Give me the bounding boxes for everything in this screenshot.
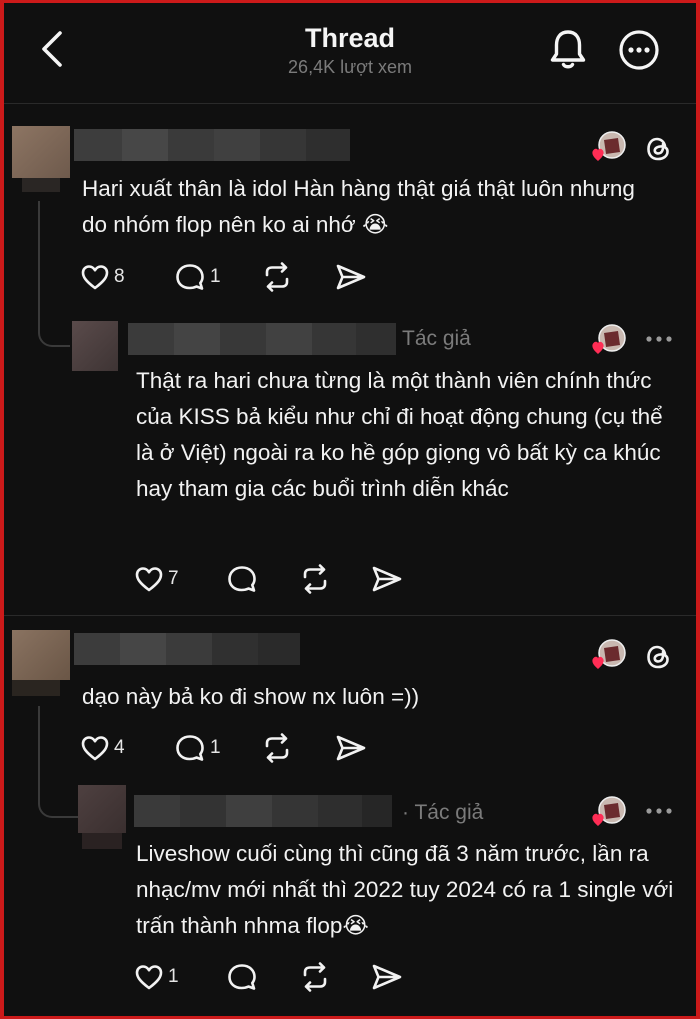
threads-logo-icon[interactable]	[644, 134, 674, 164]
header-divider	[4, 103, 696, 104]
like-count: 1	[168, 966, 179, 987]
share-button[interactable]	[370, 962, 404, 992]
like-count: 4	[114, 737, 125, 758]
bell-icon	[550, 30, 586, 69]
thread-screen: Thread 26,4K lượt xem Hari xuất thân là …	[4, 3, 696, 1016]
author-tag: Tác giả	[402, 327, 471, 350]
view-count: 26,4K lượt xem	[288, 57, 412, 77]
repost-icon	[265, 262, 289, 292]
send-icon	[336, 735, 366, 761]
comment-text: Hari xuất thân là idol Hàn hàng thật giá…	[82, 176, 635, 237]
repost-icon	[303, 962, 327, 992]
avatar[interactable]	[72, 321, 118, 371]
send-icon	[372, 566, 402, 592]
like-count: 7	[168, 568, 179, 589]
comment-bubble-icon	[176, 264, 204, 290]
avatar[interactable]	[78, 785, 126, 849]
reply-button[interactable]	[226, 564, 258, 594]
heart-avatar-icon	[592, 131, 626, 161]
repost-icon	[265, 733, 289, 763]
avatar[interactable]	[12, 126, 70, 192]
reply-text: Thật ra hari chưa từng là một thành viên…	[136, 368, 663, 501]
reply-connector	[38, 201, 70, 347]
heart-outline-icon	[81, 736, 109, 761]
heart-outline-icon	[81, 265, 109, 290]
share-button[interactable]	[334, 733, 368, 763]
send-icon	[372, 964, 402, 990]
heart-avatar-icon	[592, 639, 626, 669]
username[interactable]	[134, 795, 392, 827]
notifications-button[interactable]	[548, 27, 588, 71]
like-count: 8	[114, 266, 125, 287]
repost-button[interactable]	[260, 262, 294, 292]
avatar[interactable]	[12, 630, 70, 696]
threads-logo-icon[interactable]	[644, 642, 674, 672]
reply-count: 1	[210, 266, 221, 287]
share-button[interactable]	[334, 262, 368, 292]
reply-connector	[38, 706, 78, 818]
like-button[interactable]: 1	[134, 962, 179, 992]
share-button[interactable]	[370, 564, 404, 594]
username[interactable]	[74, 129, 350, 161]
comment-divider	[4, 615, 696, 616]
page-title: Thread	[304, 23, 396, 53]
send-icon	[336, 264, 366, 290]
more-options-button[interactable]	[618, 29, 660, 71]
reply-button[interactable]: 1	[174, 262, 221, 292]
comment-bubble-icon	[228, 566, 256, 592]
reply-count: 1	[210, 737, 221, 758]
like-button[interactable]: 8	[80, 262, 125, 292]
comment-bubble-icon	[228, 964, 256, 990]
reply-button[interactable]	[226, 962, 258, 992]
username[interactable]	[128, 323, 396, 355]
more-circle-icon	[619, 30, 659, 70]
repost-button[interactable]	[260, 733, 294, 763]
heart-outline-icon	[135, 567, 163, 592]
repost-icon	[303, 564, 327, 594]
repost-button[interactable]	[298, 564, 332, 594]
top-bar: Thread 26,4K lượt xem	[4, 3, 696, 103]
comment-bubble-icon	[176, 735, 204, 761]
heart-avatar-icon	[592, 796, 626, 826]
comment-text: dạo này bả ko đi show nx luôn =))	[82, 684, 420, 709]
author-tag: · Tác giả	[402, 801, 484, 824]
more-dots-icon[interactable]	[644, 806, 674, 816]
username[interactable]	[74, 633, 300, 665]
heart-outline-icon	[135, 965, 163, 990]
reply-button[interactable]: 1	[174, 733, 221, 763]
like-button[interactable]: 4	[80, 733, 125, 763]
heart-avatar-icon	[592, 324, 626, 354]
more-dots-icon[interactable]	[644, 334, 674, 344]
reply-text: Liveshow cuối cùng thì cũng đã 3 năm trư…	[136, 841, 674, 938]
repost-button[interactable]	[298, 962, 332, 992]
like-button[interactable]: 7	[134, 564, 179, 594]
